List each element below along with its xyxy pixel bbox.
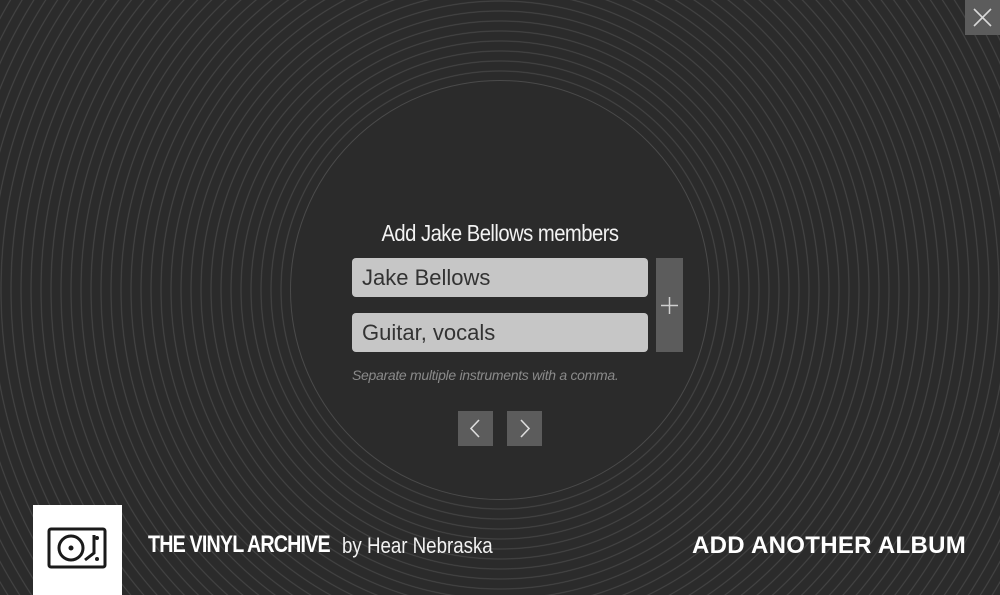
chevron-right-icon: [520, 419, 531, 438]
brand-name[interactable]: THE VINYL ARCHIVE: [148, 531, 331, 559]
next-button[interactable]: [507, 411, 542, 446]
brand-byline[interactable]: by Hear Nebraska: [342, 533, 493, 559]
member-name-field[interactable]: [352, 258, 648, 297]
member-instruments-field[interactable]: [352, 313, 648, 352]
add-member-button[interactable]: [656, 258, 683, 352]
modal-title: Add Jake Bellows members: [381, 220, 619, 246]
previous-button[interactable]: [458, 411, 493, 446]
site-logo[interactable]: [33, 505, 122, 595]
add-another-album-button[interactable]: ADD ANOTHER ALBUM: [692, 532, 966, 560]
close-icon: [973, 8, 992, 27]
turntable-icon: [47, 527, 107, 569]
instruments-hint: Separate multiple instruments with a com…: [352, 367, 619, 383]
plus-icon: [661, 297, 678, 314]
chevron-left-icon: [469, 419, 480, 438]
close-button[interactable]: [965, 0, 1000, 35]
